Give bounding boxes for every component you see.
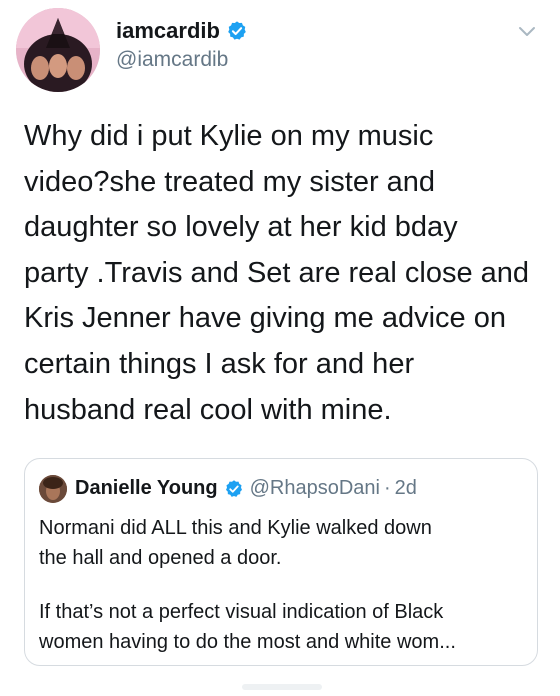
tweet-text-line: daughter so lovely at her kid bday (24, 211, 458, 244)
tweet-text-line: video?she treated my sister and (24, 165, 436, 198)
author-avatar[interactable] (16, 8, 100, 92)
separator-dot: · (384, 477, 391, 499)
tweet-text: Why did i put Kylie on my music video?sh… (24, 114, 544, 433)
quoted-author-avatar (39, 475, 67, 503)
quoted-text-line: women having to do the most and white wo… (39, 631, 456, 653)
quoted-handle: @RhapsoDani (249, 477, 380, 499)
quoted-avatar-image (39, 475, 67, 503)
author-handle[interactable]: @iamcardib (116, 48, 228, 72)
bottom-fade-bar (242, 684, 322, 690)
author-display-name[interactable]: iamcardib (116, 18, 220, 44)
author-avatar-image (16, 8, 100, 92)
tweet-text-line: Kris Jenner have giving me advice on (24, 302, 506, 335)
tweet-text-line: party .Travis and Set are real close and (24, 256, 530, 289)
tweet-text-line: certain things I ask for and her (24, 347, 415, 380)
quoted-timestamp: 2d (394, 477, 417, 499)
tweet-text-line: husband real cool with mine. (24, 393, 392, 426)
verified-badge-icon (228, 21, 246, 40)
tweet-card: iamcardib @iamcardib Why did i put Kylie… (0, 0, 560, 696)
quoted-text-line: Normani did ALL this and Kylie walked do… (39, 517, 432, 539)
tweet-text-line: Why did i put Kylie on my music (24, 120, 434, 152)
quoted-tweet[interactable]: Danielle Young @RhapsoDani · 2d Normani … (24, 458, 538, 666)
quoted-text-line: the hall and opened a door. (39, 547, 282, 569)
quoted-header: Danielle Young @RhapsoDani · 2d (75, 477, 417, 500)
author-name-row: iamcardib (116, 18, 248, 44)
verified-badge-icon (225, 479, 242, 497)
chevron-down-icon[interactable] (518, 26, 536, 38)
quoted-display-name: Danielle Young (75, 477, 218, 499)
quoted-text-line: If that’s not a perfect visual indicatio… (39, 601, 444, 623)
